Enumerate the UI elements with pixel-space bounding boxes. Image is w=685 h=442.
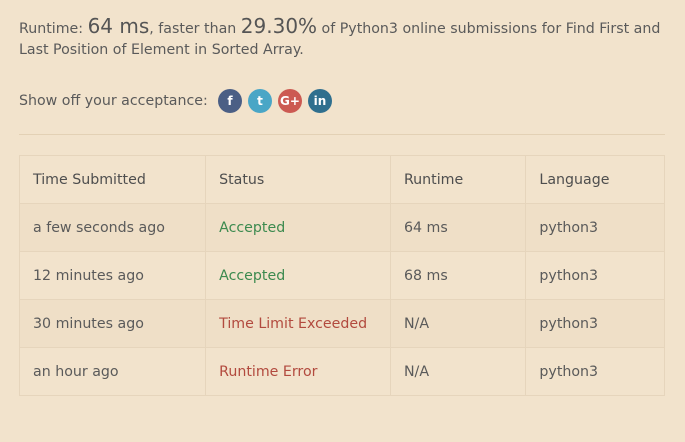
status-link[interactable]: Runtime Error bbox=[205, 347, 391, 396]
header-runtime[interactable]: Runtime bbox=[389, 155, 527, 204]
divider bbox=[19, 134, 665, 135]
table-row: 30 minutes ago Time Limit Exceeded N/A p… bbox=[18, 299, 665, 348]
time-submitted-cell: 30 minutes ago bbox=[18, 299, 207, 348]
header-status[interactable]: Status bbox=[205, 155, 391, 204]
runtime-cell: N/A bbox=[389, 347, 527, 396]
table-row: an hour ago Runtime Error N/A python3 bbox=[18, 347, 665, 396]
runtime-cell: 64 ms bbox=[389, 203, 527, 252]
runtime-cell: 68 ms bbox=[389, 251, 527, 300]
status-link[interactable]: Accepted bbox=[205, 203, 391, 252]
faster-than-text: , faster than bbox=[149, 21, 241, 37]
share-row: Show off your acceptance: f t G+ in bbox=[19, 89, 665, 113]
status-link[interactable]: Accepted bbox=[205, 251, 391, 300]
runtime-summary: Runtime: 64 ms, faster than 29.30% of Py… bbox=[19, 16, 665, 61]
facebook-icon[interactable]: f bbox=[218, 89, 242, 113]
table-header-row: Time Submitted Status Runtime Language bbox=[18, 155, 665, 204]
table-row: 12 minutes ago Accepted 68 ms python3 bbox=[18, 251, 665, 300]
status-link[interactable]: Time Limit Exceeded bbox=[205, 299, 391, 348]
language-cell: python3 bbox=[525, 251, 665, 300]
language-cell: python3 bbox=[525, 347, 665, 396]
runtime-value: 64 ms bbox=[87, 14, 150, 38]
header-language[interactable]: Language bbox=[525, 155, 665, 204]
time-submitted-cell: 12 minutes ago bbox=[18, 251, 207, 300]
time-submitted-cell: an hour ago bbox=[18, 347, 207, 396]
runtime-cell: N/A bbox=[389, 299, 527, 348]
language-cell: python3 bbox=[525, 299, 665, 348]
google-plus-icon[interactable]: G+ bbox=[278, 89, 302, 113]
table-row: a few seconds ago Accepted 64 ms python3 bbox=[18, 203, 665, 252]
submissions-table: Time Submitted Status Runtime Language a… bbox=[18, 155, 665, 396]
linkedin-icon[interactable]: in bbox=[308, 89, 332, 113]
header-time-submitted[interactable]: Time Submitted bbox=[18, 155, 207, 204]
runtime-prefix: Runtime: bbox=[19, 21, 88, 37]
time-submitted-cell: a few seconds ago bbox=[18, 203, 207, 252]
share-label: Show off your acceptance: bbox=[19, 93, 208, 109]
language-cell: python3 bbox=[525, 203, 665, 252]
twitter-icon[interactable]: t bbox=[248, 89, 272, 113]
percentile-value: 29.30% bbox=[240, 14, 318, 38]
submission-result-panel: Runtime: 64 ms, faster than 29.30% of Py… bbox=[18, 0, 665, 396]
